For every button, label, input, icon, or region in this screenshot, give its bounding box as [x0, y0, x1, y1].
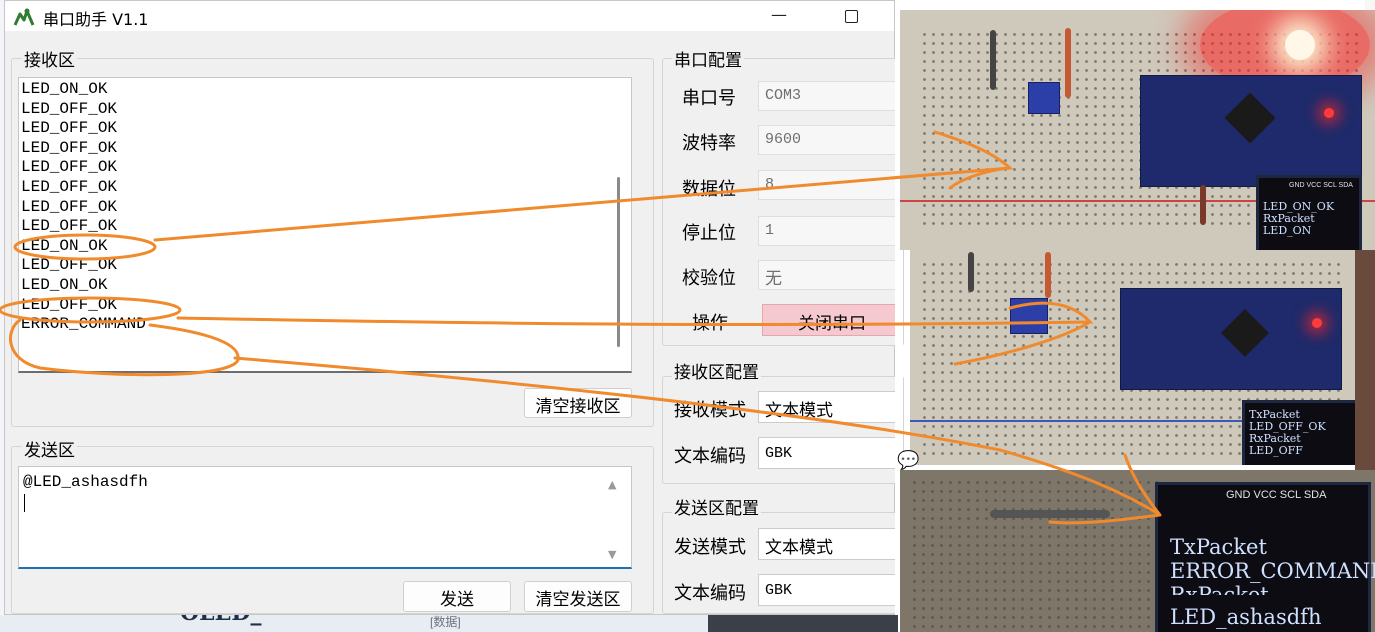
receive-line: LED_ON_OK — [21, 236, 108, 255]
receive-scrollbar[interactable] — [617, 177, 620, 347]
stopbits-label: 停止位 — [682, 223, 736, 244]
wire — [990, 30, 996, 90]
send-mode-label: 发送模式 — [674, 537, 746, 558]
baud-label: 波特率 — [682, 133, 736, 154]
receive-line: LED_OFF_OK — [21, 119, 118, 138]
breadboard-photo-2: TxPacket LED_OFF_OK RxPacket LED_OFF — [910, 250, 1355, 465]
stopbits-field[interactable]: 1 — [758, 216, 898, 246]
photo-edge — [1355, 250, 1375, 470]
wire — [1200, 185, 1206, 225]
receive-encoding-label: 文本编码 — [674, 446, 746, 467]
receive-group-title: 接收区 — [22, 46, 77, 71]
oled-display: TxPacket LED_OFF_OK RxPacket LED_OFF — [1242, 400, 1355, 465]
scroll-up-icon[interactable]: ▲ — [608, 478, 616, 491]
wire — [990, 510, 1110, 518]
oled-line: LED_OFF — [1249, 444, 1303, 457]
oled-line: RxPacket — [1249, 432, 1301, 445]
background-small-text: [数据] — [430, 615, 461, 629]
led-light — [1285, 30, 1315, 60]
clear-receive-button[interactable]: 清空接收区 — [524, 388, 632, 418]
send-button[interactable]: 发送 — [403, 581, 511, 612]
receive-line: ERROR_COMMAND — [21, 315, 146, 334]
send-mode-select[interactable]: 文本模式 — [758, 528, 898, 560]
wire — [1045, 252, 1051, 298]
parity-label: 校验位 — [682, 268, 736, 289]
oled-display: GND VCC SCL SDA TxPacket ERROR_COMMAND R… — [1155, 482, 1375, 632]
databits-label: 数据位 — [682, 179, 736, 200]
send-encoding-label: 文本编码 — [674, 583, 746, 604]
window-title: 串口助手 V1.1 — [43, 10, 149, 29]
receive-line: LED_OFF_OK — [21, 217, 118, 236]
receive-config-title: 接收区配置 — [672, 358, 761, 383]
minimize-button[interactable]: — — [765, 5, 793, 27]
oled-line: RxPacket — [1170, 585, 1269, 595]
receive-line: LED_OFF_OK — [21, 177, 118, 196]
maximize-icon — [845, 10, 858, 23]
potentiometer — [1010, 298, 1048, 334]
oled-line: RxPacket — [1263, 212, 1315, 225]
receive-line: LED_OFF_OK — [21, 158, 118, 177]
receive-textbox[interactable]: LED_ON_OK LED_OFF_OK LED_OFF_OK LED_OFF_OK L… — [18, 77, 632, 373]
receive-line: LED_ON_OK — [21, 275, 108, 294]
send-group-title: 发送区 — [22, 436, 77, 461]
receive-line: LED_OFF_OK — [21, 256, 118, 275]
parity-field[interactable]: 无 — [758, 260, 898, 290]
background-dark-strip — [708, 615, 898, 632]
breadboard-holes — [910, 478, 1160, 628]
receive-line: LED_OFF_OK — [21, 197, 118, 216]
oled-line: ERROR_COMMAND — [1170, 559, 1375, 583]
chat-bubble-icon[interactable]: 💬 — [897, 450, 919, 471]
receive-line: LED_ON_OK — [21, 80, 108, 98]
potentiometer — [1028, 82, 1060, 114]
send-text: @LED_ashasdfh — [23, 473, 148, 491]
databits-field[interactable]: 8 — [758, 170, 898, 200]
receive-line: LED_OFF_OK — [21, 99, 118, 118]
receive-mode-label: 接收模式 — [674, 400, 746, 421]
close-port-button[interactable]: 关闭串口 — [762, 304, 902, 336]
oled-line: TxPacket — [1170, 535, 1267, 559]
oled-line: LED_ON — [1263, 224, 1312, 237]
send-config-title: 发送区配置 — [672, 494, 761, 519]
title-bar[interactable]: 串口助手 V1.1 — — [5, 1, 894, 31]
oled-line: LED_OFF_OK — [1249, 420, 1326, 433]
baud-field[interactable]: 9600 — [758, 125, 898, 155]
wire — [968, 252, 974, 292]
serial-config-title: 串口配置 — [672, 46, 744, 71]
receive-encoding-select[interactable]: GBK — [758, 437, 898, 469]
photo-corner — [1365, 0, 1375, 10]
oled-line: LED_ON_OK — [1263, 200, 1335, 213]
text-caret — [24, 494, 25, 512]
mcu-led — [1312, 318, 1322, 328]
receive-line: LED_OFF_OK — [21, 138, 118, 157]
maximize-button[interactable] — [837, 5, 865, 27]
oled-header: GND VCC SCL SDA — [1289, 182, 1353, 189]
mcu-led — [1324, 108, 1334, 118]
app-logo-icon — [13, 8, 35, 26]
oled-line: LED_ashasdfh — [1170, 605, 1322, 629]
port-label: 串口号 — [682, 88, 736, 109]
breadboard-photo-3: GND VCC SCL SDA TxPacket ERROR_COMMAND R… — [900, 470, 1375, 632]
action-label: 操作 — [692, 313, 728, 334]
send-textbox[interactable]: @LED_ashasdfh — [18, 466, 632, 569]
receive-lines: LED_ON_OK LED_OFF_OK LED_OFF_OK LED_OFF_OK L… — [21, 80, 146, 335]
breadboard-photo-1: GND VCC SCL SDA LED_ON_OK RxPacket LED_O… — [900, 10, 1375, 250]
wire — [1065, 28, 1071, 98]
receive-line: LED_OFF_OK — [21, 295, 118, 314]
oled-header: GND VCC SCL SDA — [1226, 489, 1327, 501]
clear-send-button[interactable]: 清空发送区 — [524, 581, 632, 612]
send-encoding-select[interactable]: GBK — [758, 574, 898, 606]
scroll-down-icon[interactable]: ▼ — [608, 548, 616, 561]
oled-line: TxPacket — [1249, 408, 1300, 421]
port-field[interactable]: COM3 — [758, 81, 898, 111]
oled-display: GND VCC SCL SDA LED_ON_OK RxPacket LED_O… — [1256, 175, 1362, 250]
receive-mode-select[interactable]: 文本模式 — [758, 391, 898, 423]
